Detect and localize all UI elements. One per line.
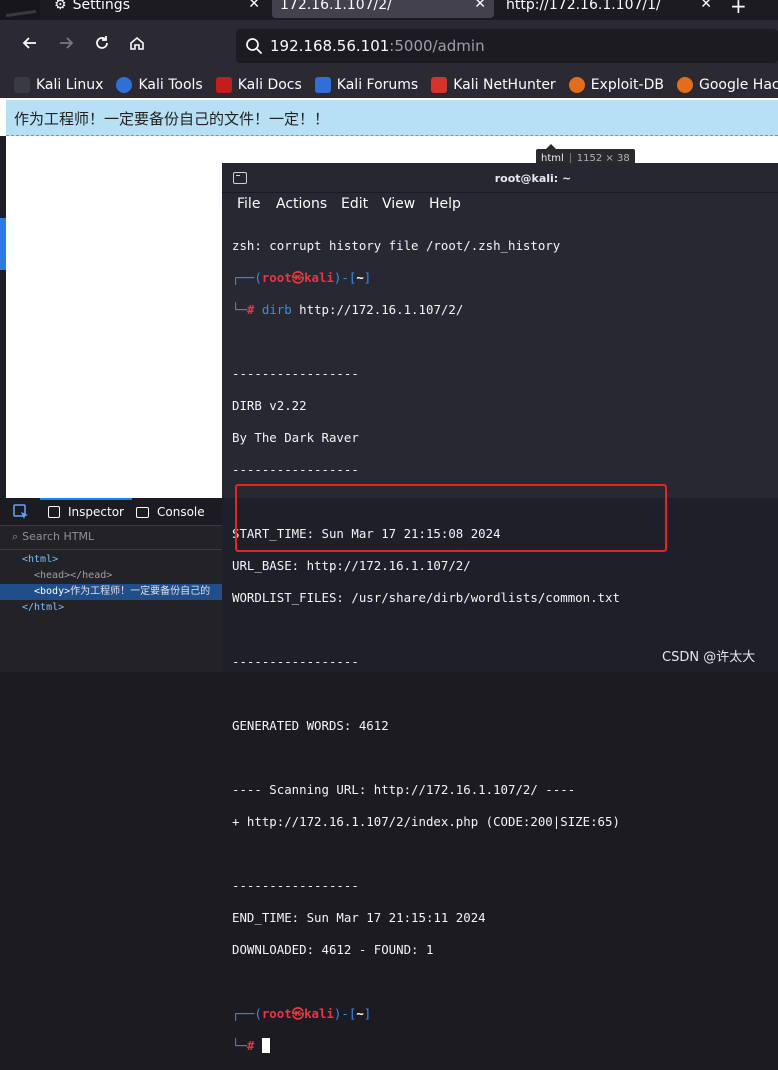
url-path: :5000/admin — [389, 37, 485, 55]
bookmark-kali-tools[interactable]: Kali Tools — [116, 77, 203, 93]
left-desktop-strip — [0, 136, 6, 498]
dom-node-head[interactable]: <head></head> — [0, 568, 222, 584]
forward-button[interactable] — [54, 34, 78, 58]
reload-button[interactable] — [90, 34, 114, 58]
terminal-rule: ----------------- — [232, 462, 359, 477]
tab-url-1[interactable]: http://172.16.1.107/1/ ✕ — [498, 0, 720, 18]
kali-docs-icon — [215, 77, 232, 93]
tab-inspector[interactable]: Inspector — [40, 498, 132, 521]
bookmark-exploit-db[interactable]: Exploit-DB — [568, 77, 664, 93]
terminal-rule: ----------------- — [232, 366, 359, 381]
dom-node-body[interactable]: <body>作为工程师！一定要备份自己的 — [0, 584, 222, 600]
page-banner-text: 作为工程师！一定要备份自己的文件！一定！！ — [14, 110, 330, 128]
kali-forums-icon — [314, 77, 331, 93]
menu-view[interactable]: View — [382, 196, 415, 212]
terminal-line: URL_BASE: http://172.16.1.107/2/ — [232, 558, 471, 573]
terminal-line: DIRB v2.22 — [232, 398, 307, 413]
node-text: 作为工程师！一定要备份自己的 — [70, 586, 211, 597]
terminal-rule: ----------------- — [232, 878, 359, 893]
gear-icon: ⚙ — [54, 0, 67, 13]
close-tab-icon[interactable]: ✕ — [474, 0, 486, 12]
prompt-line: ┌──(root㉿kali)-[~] — [232, 270, 372, 285]
node-tag: <html> — [22, 554, 59, 565]
window-corner — [0, 0, 40, 20]
url-text[interactable]: 192.168.56.101:5000/admin — [270, 37, 485, 55]
bookmark-label: Kali Linux — [36, 77, 104, 93]
bookmark-label: Exploit-DB — [590, 77, 664, 93]
element-picker-icon[interactable] — [12, 503, 30, 521]
tab-active[interactable]: 172.16.1.107/2/ ✕ — [272, 0, 494, 18]
tab-label: Settings — [72, 0, 130, 13]
tab-settings[interactable]: ⚙ Settings ✕ — [40, 0, 268, 18]
tab-label: 172.16.1.107/2/ — [280, 0, 392, 13]
terminal-line: ---- Scanning URL: http://172.16.1.107/2… — [232, 782, 576, 797]
back-arrow-icon — [22, 37, 36, 49]
bookmark-label: Google Hacking DB — [698, 77, 778, 93]
bookmark-kali-docs[interactable]: Kali Docs — [215, 77, 302, 93]
close-tab-icon[interactable]: ✕ — [248, 0, 260, 12]
annotation-highlight-box — [235, 484, 667, 552]
new-tab-button[interactable]: + — [730, 0, 747, 18]
console-icon — [136, 506, 149, 518]
back-button[interactable] — [18, 34, 42, 58]
bookmark-label: Kali Docs — [237, 77, 302, 93]
terminal-line: + http://172.16.1.107/2/index.php (CODE:… — [232, 814, 620, 829]
terminal-line: DOWNLOADED: 4612 - FOUND: 1 — [232, 942, 434, 957]
menu-actions[interactable]: Actions — [276, 196, 327, 212]
command-line: └─# dirb http://172.16.1.107/2/ — [232, 302, 464, 317]
terminal-line: zsh: corrupt history file /root/.zsh_his… — [232, 238, 561, 253]
node-tag: </html> — [22, 602, 65, 613]
terminal-line: END_TIME: Sun Mar 17 21:15:11 2024 — [232, 910, 486, 925]
search-icon: ⌕ — [12, 530, 19, 543]
bookmark-label: Kali Forums — [336, 77, 419, 93]
kali-dragon-icon — [14, 77, 30, 93]
menu-edit[interactable]: Edit — [341, 196, 368, 212]
home-button[interactable] — [125, 34, 149, 58]
tab-label: Console — [157, 505, 205, 519]
tab-label: http://172.16.1.107/1/ — [506, 0, 661, 13]
terminal-cursor — [261, 1038, 270, 1053]
bookmarks-bar: Kali Linux Kali Tools Kali Docs Kali For… — [0, 72, 778, 98]
bookmark-kali-linux[interactable]: Kali Linux — [14, 77, 103, 93]
node-tag: <head></head> — [34, 570, 113, 581]
terminal-title: root@kali: ~ — [494, 172, 572, 185]
forward-arrow-icon — [60, 37, 74, 49]
ghdb-icon — [676, 77, 693, 93]
bookmark-kali-nethunter[interactable]: Kali NetHunter — [431, 77, 556, 93]
search-icon — [244, 36, 264, 56]
kali-tools-icon — [116, 77, 133, 93]
prompt-line: ┌──(root㉿kali)-[~] — [232, 1006, 372, 1021]
inspector-icon — [48, 506, 60, 518]
exploit-db-icon — [568, 77, 585, 93]
bookmark-kali-forums[interactable]: Kali Forums — [314, 77, 419, 93]
home-icon — [130, 36, 144, 50]
terminal-line: GENERATED WORDS: 4612 — [232, 718, 389, 733]
html-search-input[interactable]: ⌕ Search HTML — [12, 530, 94, 544]
tab-label: Inspector — [68, 505, 124, 519]
kali-nethunter-icon — [431, 77, 448, 93]
watermark: CSDN @许太大 — [662, 650, 756, 665]
terminal-line: WORDLIST_FILES: /usr/share/dirb/wordlist… — [232, 590, 620, 605]
menu-help[interactable]: Help — [429, 196, 461, 212]
url-host: 192.168.56.101 — [270, 37, 390, 55]
node-tag: <body> — [34, 586, 71, 597]
command-line: └─# — [232, 1038, 778, 1054]
reload-icon — [96, 36, 108, 49]
dom-node-html-close[interactable]: </html> — [0, 600, 222, 616]
close-tab-icon[interactable]: ✕ — [700, 0, 712, 12]
bookmark-label: Kali Tools — [138, 77, 203, 93]
dom-node-html[interactable]: <html> — [0, 552, 222, 568]
tab-console[interactable]: Console — [136, 503, 205, 521]
terminal-line: By The Dark Raver — [232, 430, 359, 445]
search-placeholder: Search HTML — [22, 530, 95, 543]
menu-file[interactable]: File — [237, 196, 260, 212]
bookmark-label: Kali NetHunter — [453, 77, 556, 93]
bookmark-ghdb[interactable]: Google Hacking DB — [676, 77, 778, 93]
